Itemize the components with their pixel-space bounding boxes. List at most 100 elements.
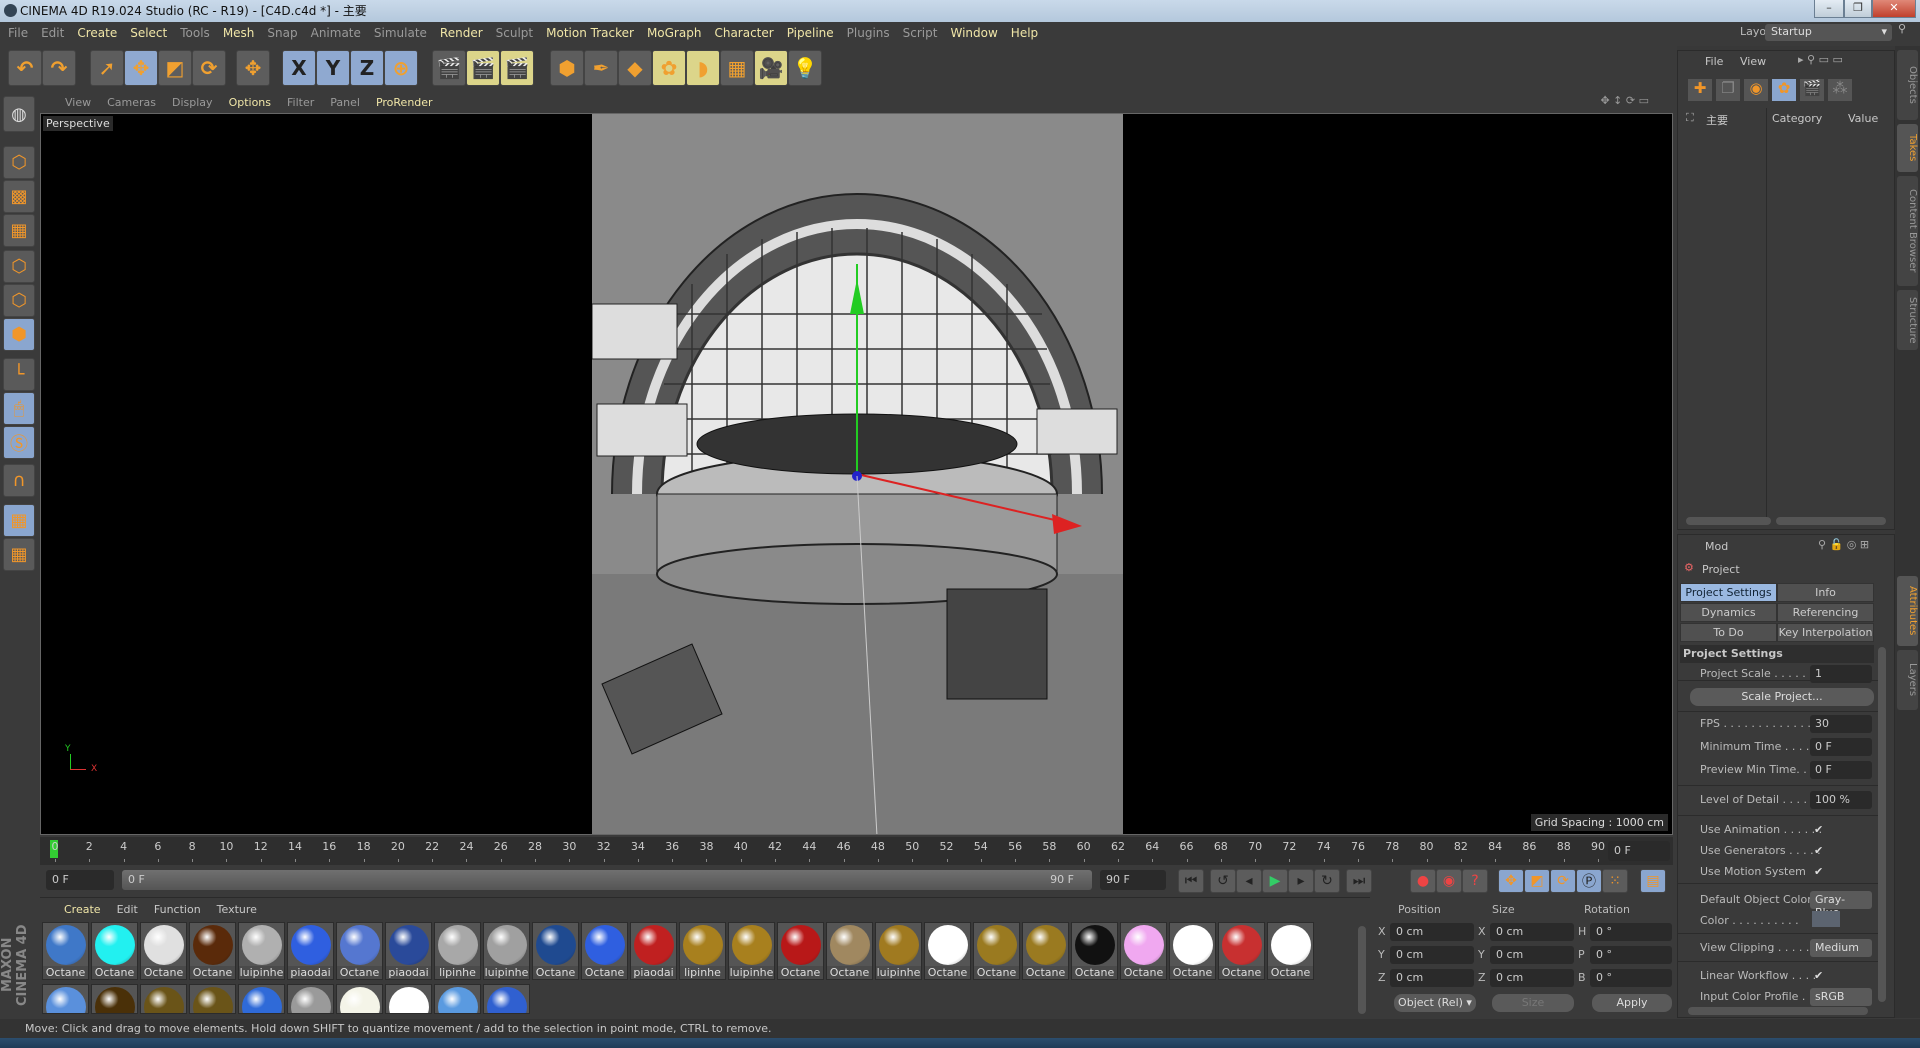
material-swatch[interactable]: piaodai — [385, 922, 432, 980]
values-hscroll[interactable] — [1776, 517, 1886, 525]
material-swatch[interactable]: lipinhe — [679, 922, 726, 980]
attributes-vscroll[interactable] — [1878, 647, 1886, 1002]
redo-button[interactable]: ↷ — [42, 50, 76, 86]
tweak-mode-icon[interactable]: 🖱 — [3, 392, 35, 425]
viewport-menu-prorender[interactable]: ProRender — [376, 96, 433, 109]
menu-character[interactable]: Character — [714, 26, 773, 40]
prev-key-button[interactable]: ↺ — [1210, 869, 1236, 893]
viewport-menu-panel[interactable]: Panel — [330, 96, 360, 109]
current-frame-display[interactable]: 0 F — [1608, 841, 1670, 861]
camera-button[interactable]: 🎥 — [754, 50, 788, 86]
close-button[interactable]: ✕ — [1872, 0, 1916, 18]
lock-workplane-icon[interactable]: ▦ — [3, 504, 35, 537]
material-swatch[interactable] — [42, 984, 89, 1014]
menu-edit[interactable]: Edit — [41, 26, 64, 40]
size-y-field[interactable]: 0 cm — [1490, 946, 1574, 964]
search-icon[interactable]: ⚲ — [1898, 22, 1906, 35]
viewport-menu-display[interactable]: Display — [172, 96, 213, 109]
planar-workplane-icon[interactable]: ▦ — [3, 538, 35, 571]
side-tab-attributes[interactable]: Attributes — [1897, 576, 1918, 646]
layout-dropdown[interactable]: Startup ▾ — [1765, 24, 1892, 41]
material-swatch[interactable]: Octane — [189, 922, 236, 980]
axis-mode-icon[interactable]: └ — [3, 358, 35, 391]
points-mode-icon[interactable]: ⬡ — [3, 250, 35, 283]
add-take-icon[interactable]: ✚ — [1688, 79, 1712, 101]
material-swatch[interactable]: Octane — [777, 922, 824, 980]
preview-min-time-field[interactable]: 0 F — [1810, 761, 1872, 779]
side-tab-objects[interactable]: Objects — [1897, 50, 1918, 120]
material-swatch[interactable] — [238, 984, 285, 1014]
render-settings-button[interactable]: 🎬 — [500, 50, 534, 86]
material-swatch[interactable]: Octane — [973, 922, 1020, 980]
deformer-button[interactable]: ◗ — [686, 50, 720, 86]
attributes-hscroll[interactable] — [1688, 1007, 1868, 1015]
viewport-perspective[interactable]: Perspective Y X Grid Spacing : 1000 cm — [40, 113, 1673, 835]
pen-button[interactable]: ✒ — [584, 50, 618, 86]
menu-motion-tracker[interactable]: Motion Tracker — [546, 26, 634, 40]
default-object-color-dropdown[interactable]: Gray-Blue — [1810, 891, 1872, 919]
viewport-menu-view[interactable]: View — [65, 96, 91, 109]
workplane-icon[interactable]: ▦ — [3, 214, 35, 247]
material-swatch[interactable]: lipinhe — [434, 922, 481, 980]
tab-info[interactable]: Info — [1777, 583, 1874, 602]
key-rotation-icon[interactable]: ⟳ — [1550, 869, 1576, 893]
material-swatch[interactable]: Octane — [1071, 922, 1118, 980]
cube-button[interactable]: ⬢ — [550, 50, 584, 86]
material-swatch[interactable]: Octane — [924, 922, 971, 980]
key-pla-icon[interactable]: ⁙ — [1602, 869, 1628, 893]
move-button[interactable]: ✥ — [124, 50, 158, 86]
autokey-icon[interactable]: ◉ — [1436, 869, 1462, 893]
material-menu-texture[interactable]: Texture — [217, 903, 257, 916]
edges-mode-icon[interactable]: ⬡ — [3, 284, 35, 317]
material-swatch[interactable]: Octane — [1169, 922, 1216, 980]
material-swatch[interactable] — [483, 984, 530, 1014]
maximize-button[interactable]: ❐ — [1844, 0, 1872, 18]
attributes-toolbar-icons[interactable]: ⚲ 🔓 ◎ ⊞ — [1818, 538, 1869, 551]
material-swatch[interactable]: luipinhe — [728, 922, 775, 980]
menu-simulate[interactable]: Simulate — [374, 26, 427, 40]
material-swatch[interactable]: piaodai — [630, 922, 677, 980]
goto-start-button[interactable]: ⏮ — [1178, 869, 1204, 893]
material-swatch[interactable]: Octane — [91, 922, 138, 980]
preview-range-slider[interactable]: 0 F 90 F — [122, 870, 1092, 890]
material-swatch[interactable]: Octane — [581, 922, 628, 980]
tab-referencing[interactable]: Referencing — [1777, 603, 1874, 622]
rotation-h-field[interactable]: 0 ° — [1590, 923, 1672, 941]
material-menu-edit[interactable]: Edit — [117, 903, 138, 916]
prev-frame-button[interactable]: ◂ — [1236, 869, 1262, 893]
view-clipping-dropdown[interactable]: Medium — [1810, 939, 1872, 957]
objects-hscroll[interactable] — [1686, 517, 1771, 525]
recent-tool-button[interactable]: ✥ — [236, 50, 270, 86]
x-axis-button[interactable]: X — [282, 50, 316, 86]
attributes-mode-menu[interactable]: Mod — [1705, 540, 1728, 553]
scale-project-button[interactable]: Scale Project... — [1690, 688, 1874, 706]
tab-to-do[interactable]: To Do — [1680, 623, 1777, 642]
render-picture-viewer-button[interactable]: 🎬 — [466, 50, 500, 86]
material-swatch[interactable]: Octane — [826, 922, 873, 980]
key-position-icon[interactable]: ✥ — [1498, 869, 1524, 893]
material-swatch[interactable]: luipinhe — [875, 922, 922, 980]
use-animation-checkbox[interactable]: ✔ — [1814, 823, 1823, 836]
menu-pipeline[interactable]: Pipeline — [787, 26, 834, 40]
scale-button[interactable]: ◩ — [158, 50, 192, 86]
play-button[interactable]: ▶ — [1262, 869, 1288, 893]
side-tab-layers[interactable]: Layers — [1897, 650, 1918, 710]
goto-end-button[interactable]: ⏭ — [1346, 869, 1372, 893]
autotake-icon[interactable]: ⁂ — [1828, 79, 1852, 101]
material-swatch[interactable]: Octane — [1267, 922, 1314, 980]
override-group-icon[interactable]: ✿ — [1772, 79, 1796, 101]
material-swatch[interactable] — [287, 984, 334, 1014]
menu-create[interactable]: Create — [77, 26, 117, 40]
material-swatch[interactable]: Octane — [140, 922, 187, 980]
material-swatch[interactable] — [336, 984, 383, 1014]
minimum-time-field[interactable]: 0 F — [1810, 738, 1872, 756]
size-x-field[interactable]: 0 cm — [1490, 923, 1574, 941]
position-y-field[interactable]: 0 cm — [1390, 946, 1474, 964]
menu-file[interactable]: File — [8, 26, 28, 40]
viewport-menu-options[interactable]: Options — [229, 96, 271, 109]
menu-script[interactable]: Script — [903, 26, 938, 40]
menu-select[interactable]: Select — [130, 26, 167, 40]
record-key-icon[interactable]: ● — [1410, 869, 1436, 893]
material-swatch[interactable]: Octane — [532, 922, 579, 980]
z-axis-button[interactable]: Z — [350, 50, 384, 86]
